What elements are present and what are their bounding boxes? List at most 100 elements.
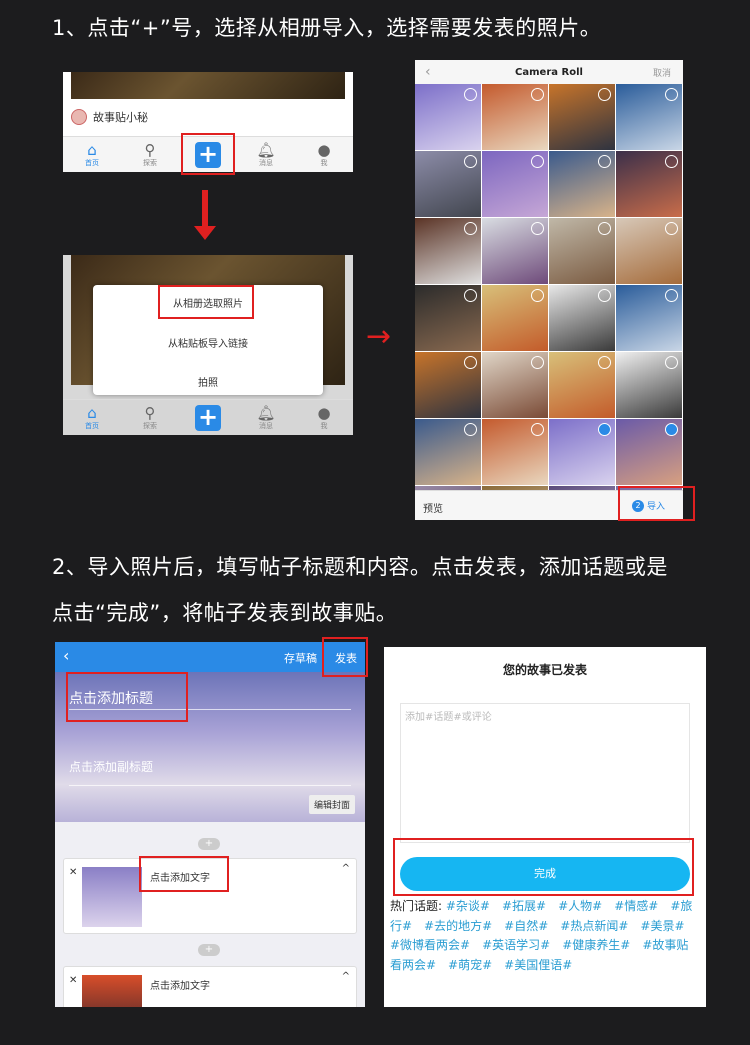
highlight-done xyxy=(393,838,694,896)
photo-thumbnail[interactable] xyxy=(616,151,682,217)
arrow-down-icon xyxy=(194,190,216,240)
tab-explore[interactable]: ⚲ 探索 xyxy=(130,142,170,168)
select-checkbox[interactable] xyxy=(598,423,611,436)
select-checkbox[interactable] xyxy=(464,289,477,302)
step2-heading-line2: 点击“完成”，将帖子发表到故事贴。 xyxy=(52,601,398,625)
avatar xyxy=(71,109,87,125)
hot-topics: 热门话题: #杂谈# #拓展# #人物# #情感# #旅行# #去的地方# #自… xyxy=(390,897,698,975)
tab-me[interactable]: ● 我 xyxy=(304,142,344,168)
highlight-title xyxy=(66,672,188,722)
highlight-import xyxy=(618,486,695,521)
select-checkbox[interactable] xyxy=(665,88,678,101)
step2-heading-line1: 2、导入照片后，填写帖子标题和内容。点击发表，添加话题或是 xyxy=(52,555,668,579)
select-checkbox[interactable] xyxy=(531,88,544,101)
photo-thumbnail[interactable] xyxy=(415,352,481,418)
select-checkbox[interactable] xyxy=(464,222,477,235)
photo-thumbnail[interactable] xyxy=(482,84,548,150)
menu-from-clipboard[interactable]: 从粘贴板导入链接 xyxy=(93,335,323,350)
select-checkbox[interactable] xyxy=(665,222,678,235)
photo-thumbnail[interactable] xyxy=(415,218,481,284)
select-checkbox[interactable] xyxy=(464,155,477,168)
cancel-button[interactable]: 取消 xyxy=(653,66,671,79)
delete-icon[interactable]: ✕ xyxy=(69,867,77,878)
photo-thumbnail[interactable] xyxy=(549,218,615,284)
select-checkbox[interactable] xyxy=(665,356,678,369)
select-checkbox[interactable] xyxy=(665,289,678,302)
photo-thumbnail[interactable] xyxy=(482,352,548,418)
back-icon[interactable]: ‹ xyxy=(425,64,431,80)
select-checkbox[interactable] xyxy=(665,155,678,168)
person-icon: ● xyxy=(317,403,331,422)
tab-me[interactable]: ● 我 xyxy=(304,405,344,431)
bell-icon: 🔔︎ xyxy=(256,140,276,159)
photo-thumbnail[interactable] xyxy=(616,419,682,485)
photo-thumbnail[interactable] xyxy=(482,218,548,284)
select-checkbox[interactable] xyxy=(665,423,678,436)
text-block-card: ✕ 点击添加文字 ^ xyxy=(63,966,357,1007)
tab-home[interactable]: ⌂ 首页 xyxy=(72,405,112,431)
preview-button[interactable]: 预览 xyxy=(423,500,443,515)
select-checkbox[interactable] xyxy=(464,88,477,101)
photo-thumbnail[interactable] xyxy=(549,285,615,351)
subtitle-input[interactable]: 点击添加副标题 xyxy=(69,752,351,786)
photo-thumbnail[interactable] xyxy=(415,84,481,150)
tab-bar-dim: ⌂ 首页 ⚲ 探索 + 🔔︎ 消息 ● 我 xyxy=(63,399,353,435)
photo-thumbnail[interactable] xyxy=(616,285,682,351)
menu-take-photo[interactable]: 拍照 xyxy=(93,374,323,389)
photo-thumbnail[interactable] xyxy=(482,151,548,217)
tab-add[interactable]: + xyxy=(188,404,228,431)
comment-input[interactable]: 添加#话题#或评论 xyxy=(400,703,690,843)
select-checkbox[interactable] xyxy=(531,423,544,436)
chevron-up-icon[interactable]: ^ xyxy=(342,971,350,982)
block-thumbnail xyxy=(82,975,142,1007)
delete-icon[interactable]: ✕ xyxy=(69,975,77,986)
feed-user-row[interactable]: 故事贴小秘 xyxy=(63,103,353,131)
photo-thumbnail[interactable] xyxy=(415,151,481,217)
select-checkbox[interactable] xyxy=(531,356,544,369)
block-thumbnail xyxy=(82,867,142,927)
highlight-add-text xyxy=(139,856,229,892)
chevron-up-icon[interactable]: ^ xyxy=(342,863,350,874)
add-text-input[interactable]: 点击添加文字 xyxy=(150,977,210,992)
arrow-right-icon: → xyxy=(366,319,392,354)
step1-heading: 1、点击“+”号，选择从相册导入，选择需要发表的照片。 xyxy=(52,16,602,40)
select-checkbox[interactable] xyxy=(464,423,477,436)
back-icon[interactable]: ‹ xyxy=(63,646,69,665)
select-checkbox[interactable] xyxy=(598,155,611,168)
select-checkbox[interactable] xyxy=(598,356,611,369)
add-section-button[interactable]: + xyxy=(198,944,220,956)
photo-thumbnail[interactable] xyxy=(482,419,548,485)
bell-icon: 🔔︎ xyxy=(256,403,276,422)
select-checkbox[interactable] xyxy=(531,222,544,235)
photo-thumbnail[interactable] xyxy=(415,419,481,485)
select-checkbox[interactable] xyxy=(531,289,544,302)
photo-thumbnail[interactable] xyxy=(549,84,615,150)
tab-messages[interactable]: 🔔︎ 消息 xyxy=(246,142,286,168)
photo-thumbnail[interactable] xyxy=(616,218,682,284)
highlight-publish xyxy=(322,637,368,677)
tab-home[interactable]: ⌂ 首页 xyxy=(72,142,112,168)
select-checkbox[interactable] xyxy=(464,356,477,369)
save-draft-button[interactable]: 存草稿 xyxy=(284,650,317,666)
highlight-plus xyxy=(181,133,235,175)
tab-messages[interactable]: 🔔︎ 消息 xyxy=(246,405,286,431)
edit-cover-button[interactable]: 编辑封面 xyxy=(308,795,355,814)
person-icon: ● xyxy=(317,140,331,159)
photo-thumbnail[interactable] xyxy=(549,352,615,418)
select-checkbox[interactable] xyxy=(598,222,611,235)
select-checkbox[interactable] xyxy=(598,289,611,302)
select-checkbox[interactable] xyxy=(531,155,544,168)
photo-thumbnail[interactable] xyxy=(616,84,682,150)
photo-thumbnail[interactable] xyxy=(482,285,548,351)
tab-explore[interactable]: ⚲ 探索 xyxy=(130,405,170,431)
select-checkbox[interactable] xyxy=(598,88,611,101)
search-icon: ⚲ xyxy=(144,403,156,422)
photo-thumbnail[interactable] xyxy=(415,285,481,351)
editor-top-bar: ‹ 存草稿 发表 xyxy=(55,642,365,672)
highlight-from-album xyxy=(158,285,254,319)
add-section-button[interactable]: + xyxy=(198,838,220,850)
photo-thumbnail[interactable] xyxy=(616,352,682,418)
photo-thumbnail[interactable] xyxy=(549,151,615,217)
photo-thumbnail[interactable] xyxy=(549,419,615,485)
plus-icon[interactable]: + xyxy=(195,404,221,431)
